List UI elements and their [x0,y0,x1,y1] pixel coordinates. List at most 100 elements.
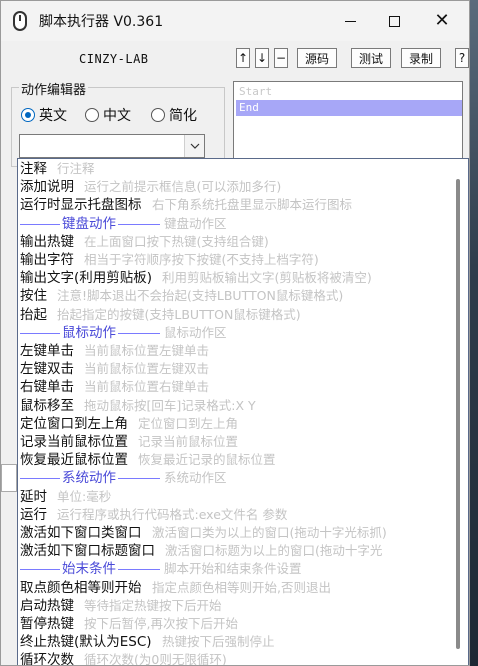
scrollbar-thumb[interactable] [456,179,460,649]
move-up-button[interactable]: ↑ [236,48,250,68]
record-button[interactable]: 录制 [401,48,441,68]
action-description: 运行之前提示框信息(可以添加多行) [84,179,282,195]
list-item[interactable]: Start [236,84,462,100]
list-item[interactable]: 记录当前鼠标位置 记录当前鼠标位置 [20,433,456,451]
remove-button[interactable]: − [274,48,288,68]
brand-label: CINZY-LAB [79,52,149,66]
action-description: 注意!脚本退出不会抬起(支持LBUTTON鼠标键格式) [57,288,344,304]
list-item[interactable]: 输出字符 相当于字符顺序按下按键(不支持上档字符) [20,251,456,269]
action-name: 抬起 [20,306,47,323]
radio-english[interactable]: 英文 [21,105,67,125]
action-description: 等待指定热键按下后开始 [84,597,222,613]
list-item[interactable]: 终止热键(默认为ESC) 热键按下后强制停止 [20,633,456,651]
list-item[interactable]: 激活如下窗口类窗口 激活窗口类为以上的窗口(拖动十字光标抓) [20,524,456,542]
script-listbox[interactable]: Start End [233,81,463,161]
action-name: 输出热键 [20,233,74,250]
radio-chinese-label: 中文 [103,108,131,124]
action-description: 利用剪贴板输出文字(剪贴板将被清空) [162,270,372,286]
list-item[interactable]: 右键单击 当前鼠标位置右键单击 [20,378,456,396]
list-item[interactable]: 取点颜色相等则开始 指定点颜色相等则开始,否则退出 [20,579,456,597]
source-button[interactable]: 源码 [297,48,337,68]
list-item[interactable]: 抬起 抬起指定的按键(支持LBUTTON鼠标键格式) [20,306,456,324]
list-section-header: 系统动作 系统动作区 [20,469,456,488]
radio-unselected-icon [85,108,99,122]
list-item[interactable]: 左键单击 当前鼠标位置左键单击 [20,342,456,360]
maximize-button[interactable] [371,1,417,41]
action-name: 取点颜色相等则开始 [20,579,142,596]
list-item[interactable]: 延时 单位:毫秒 [20,488,456,506]
action-description: 行注释 [57,161,95,176]
minimize-icon [344,20,356,22]
help-button[interactable]: ? [455,48,469,68]
action-description: 当前鼠标位置右键单击 [84,379,210,395]
action-description: 热键按下后强制停止 [162,634,275,650]
list-item[interactable]: 左键双击 当前鼠标位置左键双击 [20,360,456,378]
action-name: 激活如下窗口类窗口 [20,525,142,541]
move-down-button[interactable]: ↓ [255,48,269,68]
action-name: 添加说明 [20,179,74,196]
action-name: 启动热键 [20,597,74,614]
action-description: 恢复最近记录的鼠标位置 [138,452,276,468]
list-item[interactable]: 注释 行注释 [20,160,456,178]
list-item[interactable]: 运行时显示托盘图标 右下角系统托盘里显示脚本运行图标 [20,196,456,214]
list-item[interactable]: 按住 注意!脚本退出不会抬起(支持LBUTTON鼠标键格式) [20,287,456,305]
list-item[interactable]: 输出文字(利用剪贴板) 利用剪贴板输出文字(剪贴板将被清空) [20,269,456,287]
list-item[interactable]: 暂停热键 按下后暂停,再次按下后开始 [20,615,456,633]
action-description: 单位:毫秒 [57,488,112,504]
radio-english-label: 英文 [39,108,67,124]
section-title: 系统动作 [60,469,118,488]
action-name: 右键单击 [20,379,74,396]
action-name: 定位窗口到左上角 [20,415,128,432]
action-combobox[interactable] [19,134,205,158]
radio-selected-icon [21,108,35,122]
title-bar[interactable]: 脚本执行器 V0.361 ✕ [1,1,469,41]
window-title: 脚本执行器 V0.361 [39,14,164,30]
list-item[interactable]: 添加说明 运行之前提示框信息(可以添加多行) [20,178,456,196]
action-name: 终止热键(默认为ESC) [20,634,152,651]
action-description: 当前鼠标位置左键单击 [84,343,210,358]
combo-dropdown-button[interactable] [184,135,204,157]
close-button[interactable]: ✕ [419,1,465,41]
action-name: 运行 [20,506,47,523]
action-name: 左键单击 [20,343,74,359]
list-item[interactable]: 恢复最近鼠标位置 恢复最近记录的鼠标位置 [20,451,456,469]
section-title: 键盘动作 [60,214,118,233]
action-name: 鼠标移至 [20,397,74,414]
action-description: 抬起指定的按键(支持LBUTTON鼠标键格式) [57,306,301,322]
action-description: 相当于字符顺序按下按键(不支持上档字符) [84,252,319,267]
list-item[interactable]: 输出热键 在上面窗口按下热键(支持组合键) [20,233,456,251]
radio-chinese[interactable]: 中文 [85,105,131,125]
list-item[interactable]: 定位窗口到左上角 定位窗口到左上角 [20,415,456,433]
list-section-header: 鼠标动作 鼠标动作区 [20,323,456,342]
action-name: 输出文字(利用剪贴板) [20,270,153,287]
hidden-control [1,464,17,492]
action-description: 按下后暂停,再次按下后开始 [84,616,238,631]
action-name: 按住 [20,288,47,305]
action-name: 延时 [20,488,47,505]
action-description: 系统动作区 [164,470,227,486]
action-description: 鼠标动作区 [164,324,227,340]
test-button[interactable]: 测试 [351,48,391,68]
maximize-icon [388,15,400,27]
list-item[interactable]: 鼠标移至 拖动鼠标按[回车]记录格式:X Y [20,397,456,415]
action-description: 当前鼠标位置左键双击 [84,361,210,377]
list-item[interactable]: 循环次数 循环次数(为0则无限循环) [20,651,456,666]
radio-unselected-icon [151,108,165,122]
action-name: 左键双击 [20,361,74,378]
section-title: 鼠标动作 [60,323,118,342]
list-item[interactable]: 运行 运行程序或执行代码格式:exe文件名 参数 [20,506,456,524]
list-section-header: 键盘动作 键盘动作区 [20,214,456,233]
radio-simplified[interactable]: 简化 [151,105,197,125]
action-name: 输出字符 [20,252,74,268]
action-name: 记录当前鼠标位置 [20,434,128,450]
list-item[interactable]: 激活如下窗口标题窗口 激活窗口标题为以上的窗口(拖动十字光 [20,542,456,560]
action-description: 激活窗口类为以上的窗口(拖动十字光标抓) [152,525,387,540]
action-name: 激活如下窗口标题窗口 [20,543,155,560]
action-description: 激活窗口标题为以上的窗口(拖动十字光 [165,543,383,559]
action-name: 恢复最近鼠标位置 [20,452,128,469]
action-description: 循环次数(为0则无限循环) [84,652,227,666]
list-item-selected[interactable]: End [236,100,462,116]
minimize-button[interactable] [327,1,373,41]
list-item[interactable]: 启动热键 等待指定热键按下后开始 [20,597,456,615]
action-dropdown-list[interactable]: 注释 行注释 添加说明 运行之前提示框信息(可以添加多行) 运行时显示托盘图标 右下角系统… [17,158,469,666]
